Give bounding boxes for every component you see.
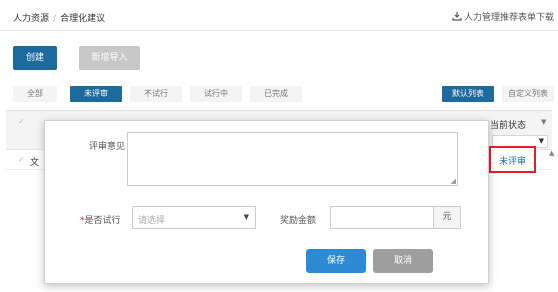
chevron-down-icon[interactable]: ▼ xyxy=(541,118,546,126)
tab-completed[interactable]: 已完成 xyxy=(250,86,302,102)
trial-select-placeholder: 请选择 xyxy=(138,216,166,226)
trial-select[interactable]: 请选择 ▼ xyxy=(132,206,256,229)
create-button[interactable]: 创建 xyxy=(13,46,57,70)
amount-label: 奖励金额 xyxy=(280,216,317,226)
tab-unreviewed[interactable]: 未评审 xyxy=(70,86,122,102)
status-unreviewed-link[interactable]: 未评审 xyxy=(491,154,534,167)
status-column-header[interactable]: 当前状态 xyxy=(490,118,526,131)
tab-default-list[interactable]: 默认列表 xyxy=(442,86,494,102)
import-button[interactable]: 新增导入 xyxy=(79,46,140,70)
amount-unit: 元 xyxy=(433,207,460,228)
cancel-button[interactable]: 取消 xyxy=(373,249,433,273)
trial-label-text: 是否试行 xyxy=(84,216,121,226)
status-cell-highlight: 未评审 xyxy=(489,146,536,173)
top-bar: 人力资源 / 合理化建议 人力管理推荐表单下载 xyxy=(0,0,558,31)
breadcrumb-root[interactable]: 人力资源 xyxy=(13,14,49,24)
breadcrumb: 人力资源 / 合理化建议 xyxy=(13,11,105,24)
review-modal: 评审意见 ◢ *是否试行 请选择 ▼ 奖励金额 元 保存 取消 xyxy=(44,120,489,284)
row-title-cell: 文 xyxy=(30,158,40,168)
save-button[interactable]: 保存 xyxy=(306,249,366,273)
trial-label: *是否试行 xyxy=(80,213,121,226)
opinion-textarea[interactable]: ◢ xyxy=(127,132,458,186)
select-all-checkbox[interactable]: ✓ xyxy=(18,117,25,126)
scroll-up-icon[interactable]: ▲ xyxy=(549,149,554,157)
download-icon xyxy=(452,12,462,21)
caret-down-icon: ▼ xyxy=(243,213,249,221)
tab-no-trial[interactable]: 不试行 xyxy=(130,86,182,102)
filter-tabs: 全部 未评审 不试行 试行中 已完成 默认列表 自定义列表 xyxy=(0,86,558,103)
download-form-link[interactable]: 人力管理推荐表单下载 xyxy=(452,10,554,23)
breadcrumb-current: 合理化建议 xyxy=(60,14,106,24)
tab-all[interactable]: 全部 xyxy=(13,86,57,102)
caret-down-icon: ▼ xyxy=(538,137,544,145)
tab-custom-list[interactable]: 自定义列表 xyxy=(502,86,554,102)
opinion-label: 评审意见 xyxy=(89,142,126,152)
row-checkbox[interactable]: ✓ xyxy=(18,155,25,164)
breadcrumb-separator: / xyxy=(53,14,57,24)
tab-in-trial[interactable]: 试行中 xyxy=(190,86,242,102)
resize-handle-icon[interactable]: ◢ xyxy=(451,177,456,185)
amount-input[interactable]: 元 xyxy=(330,206,461,229)
download-label: 人力管理推荐表单下载 xyxy=(463,13,554,23)
